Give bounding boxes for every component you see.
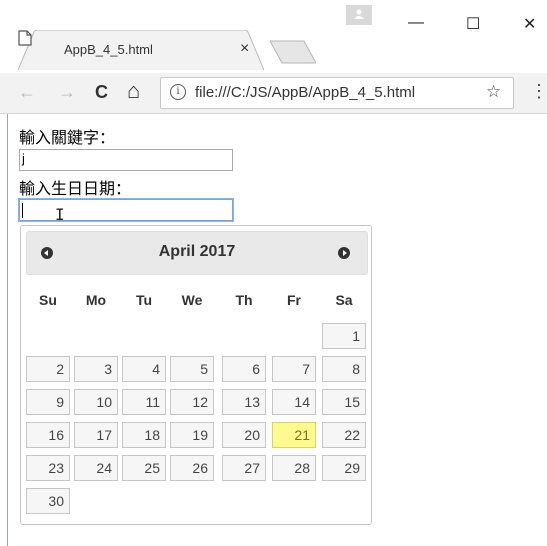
calendar-day[interactable]: 11 (122, 389, 166, 415)
birthday-label: 輸入生日日期： (19, 181, 132, 198)
home-button[interactable]: ⌂ (127, 78, 140, 104)
browser-menu-icon[interactable]: ⋮ (530, 81, 547, 102)
calendar-day[interactable]: 9 (26, 389, 70, 415)
calendar-day[interactable]: 3 (74, 356, 118, 382)
calendar-day[interactable]: 28 (272, 455, 316, 481)
datepicker-month-title: April 2017 (158, 243, 236, 260)
tab-close-icon[interactable]: × (240, 40, 249, 58)
calendar-day[interactable]: 13 (222, 389, 266, 415)
datepicker-popup: April 2017 Su Mo Tu We Th Fr Sa 1 2 3 4 5 6 7 8 9 10 11 12… (20, 225, 372, 525)
document-icon (18, 30, 32, 46)
calendar-day[interactable]: 25 (122, 455, 166, 481)
calendar-day[interactable]: 23 (26, 455, 70, 481)
bookmark-star-icon[interactable]: ☆ (486, 82, 501, 102)
back-button[interactable]: ← (18, 82, 36, 103)
weekday-header: Fr (287, 292, 301, 308)
calendar-day[interactable]: 17 (74, 422, 118, 448)
calendar-day[interactable]: 16 (26, 422, 70, 448)
url-text[interactable]: file:///C:/JS/AppB/AppB_4_5.html (195, 84, 415, 101)
weekday-header: Th (235, 292, 253, 308)
next-month-icon[interactable] (338, 247, 350, 259)
minimize-button[interactable]: — (408, 14, 424, 32)
user-icon (354, 9, 364, 19)
calendar-day[interactable]: 29 (322, 455, 366, 481)
browser-toolbar: ← → C ⌂ i file:///C:/JS/AppB/AppB_4_5.ht… (0, 73, 547, 114)
info-icon[interactable]: i (170, 84, 186, 100)
tab-title: AppB_4_5.html (64, 42, 153, 57)
new-tab-button[interactable] (270, 40, 316, 64)
calendar-day[interactable]: 5 (170, 356, 214, 382)
close-window-button[interactable]: ✕ (523, 14, 536, 34)
calendar-day[interactable]: 30 (26, 488, 70, 514)
calendar-day[interactable]: 26 (170, 455, 214, 481)
browser-titlebar: AppB_4_5.html × — ☐ ✕ (0, 0, 547, 76)
calendar-day[interactable]: 15 (322, 389, 366, 415)
weekday-header: Mo (85, 292, 107, 308)
calendar-day[interactable]: 24 (74, 455, 118, 481)
calendar-day[interactable]: 2 (26, 356, 70, 382)
calendar-day[interactable]: 18 (122, 422, 166, 448)
calendar-day[interactable]: 8 (322, 356, 366, 382)
calendar-day[interactable]: 27 (222, 455, 266, 481)
keyword-input[interactable]: j (19, 149, 233, 171)
reload-button[interactable]: C (95, 82, 108, 103)
calendar-day[interactable]: 10 (74, 389, 118, 415)
calendar-day[interactable]: 6 (222, 356, 266, 382)
calendar-day[interactable]: 1 (322, 323, 366, 349)
calendar-day[interactable]: 14 (272, 389, 316, 415)
ibeam-cursor-icon: I (55, 205, 65, 224)
weekday-header: We (181, 292, 203, 308)
birthday-input[interactable] (19, 199, 233, 221)
text-caret (22, 203, 23, 218)
calendar-day[interactable]: 12 (170, 389, 214, 415)
calendar-day[interactable]: 4 (122, 356, 166, 382)
forward-button[interactable]: → (58, 82, 76, 103)
calendar-day[interactable]: 19 (170, 422, 214, 448)
keyword-label: 輸入關鍵字： (19, 130, 116, 147)
calendar-day[interactable]: 7 (272, 356, 316, 382)
weekday-header: Sa (335, 292, 353, 308)
datepicker-header: April 2017 (26, 231, 368, 275)
address-bar[interactable]: i file:///C:/JS/AppB/AppB_4_5.html ☆ (160, 77, 514, 109)
page-border (7, 114, 8, 546)
weekday-header: Su (39, 292, 57, 308)
calendar-day-today[interactable]: 21 (272, 422, 316, 448)
user-profile-button[interactable] (346, 5, 372, 25)
maximize-button[interactable]: ☐ (466, 14, 480, 34)
browser-tab[interactable]: AppB_4_5.html × (18, 30, 264, 70)
calendar-day[interactable]: 22 (322, 422, 366, 448)
weekday-header: Tu (135, 292, 153, 308)
calendar-day[interactable]: 20 (222, 422, 266, 448)
